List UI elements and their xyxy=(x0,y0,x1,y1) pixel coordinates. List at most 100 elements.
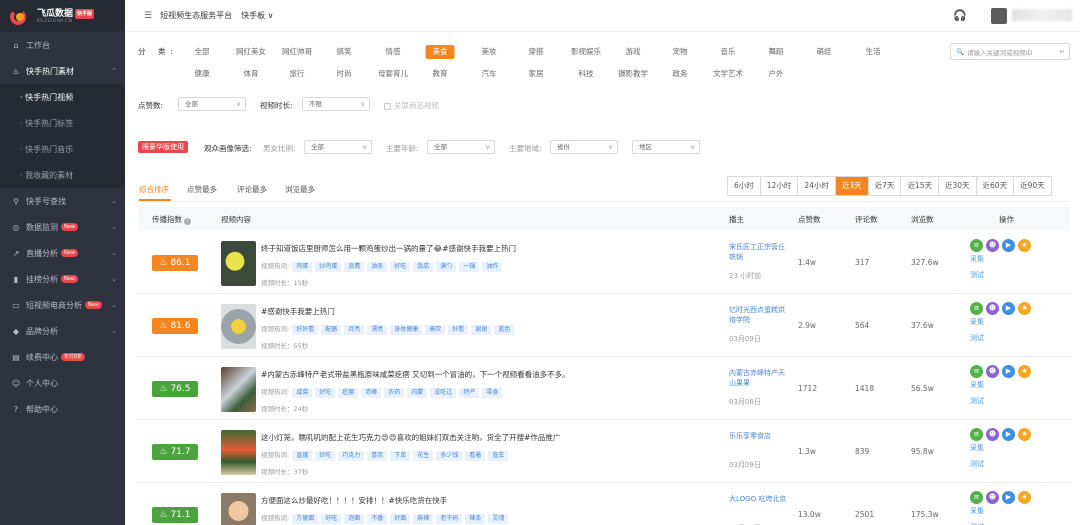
category-item[interactable]: 搞笑 xyxy=(330,45,359,59)
hot-word-tag[interactable]: 内蒙 xyxy=(407,388,428,398)
category-item[interactable]: 网红帅哥 xyxy=(275,45,319,59)
th-views[interactable]: 浏览数 xyxy=(911,214,934,225)
hot-word-tag[interactable]: 灵魂 xyxy=(488,514,509,524)
time-tab[interactable]: 近15天 xyxy=(901,177,939,195)
collect-link[interactable]: 采集 xyxy=(970,254,1031,264)
category-item[interactable]: 情感 xyxy=(379,45,408,59)
users-icon[interactable]: ☻ xyxy=(986,428,999,441)
hot-word-tag[interactable]: 好看 xyxy=(448,325,469,335)
sidebar-subitem[interactable]: · 我收藏的素材 xyxy=(0,162,125,188)
star-icon[interactable]: ★ xyxy=(1018,239,1031,252)
hot-word-tag[interactable]: 好好看 xyxy=(292,325,319,335)
hot-word-tag[interactable]: 直车 xyxy=(488,451,509,461)
category-item[interactable]: 科技 xyxy=(572,67,601,81)
users-icon[interactable]: ☻ xyxy=(986,302,999,315)
th-comments[interactable]: 评论数 xyxy=(855,214,878,225)
sidebar-item[interactable]: ↗ 直播分析 New ⌄ xyxy=(0,240,125,266)
users-icon[interactable]: ☻ xyxy=(986,365,999,378)
product-checkbox[interactable]: 关联商品视频 xyxy=(384,100,439,111)
author-name[interactable]: 乐乐享零食店 xyxy=(729,431,791,441)
hot-word-tag[interactable]: 满勺 xyxy=(436,262,457,272)
author-name[interactable]: 大LOGO 吃垮北京 xyxy=(729,494,791,504)
list-icon[interactable]: ≡ xyxy=(970,491,983,504)
category-item[interactable]: 舞蹈 xyxy=(762,45,791,59)
sidebar-item[interactable]: ▭ 短视频电商分析 New ⌄ xyxy=(0,292,125,318)
sort-tab[interactable]: 点赞最多 xyxy=(187,184,217,195)
category-item[interactable]: 文学艺术 xyxy=(706,67,750,81)
hot-word-tag[interactable]: 没吃过 xyxy=(430,388,457,398)
hot-word-tag[interactable]: 麻辣 xyxy=(413,514,434,524)
hot-word-tag[interactable]: 花生 xyxy=(413,451,434,461)
hot-word-tag[interactable]: 多少钱 xyxy=(436,451,463,461)
hot-word-tag[interactable]: 下单 xyxy=(390,451,411,461)
sidebar-item[interactable]: ◆ 品牌分析 ⌄ xyxy=(0,318,125,344)
search-input[interactable]: 🔍 请输入关键词或视频ID ↵ xyxy=(950,43,1070,60)
hot-word-tag[interactable]: 赤峰 xyxy=(361,388,382,398)
username-blurred[interactable] xyxy=(1012,9,1072,21)
time-tab[interactable]: 近3天 xyxy=(835,177,869,195)
hot-word-tag[interactable]: 月亮 xyxy=(344,325,365,335)
time-tab[interactable]: 6小时 xyxy=(728,177,761,195)
star-icon[interactable]: ★ xyxy=(1018,302,1031,315)
test-link[interactable]: 测试 xyxy=(970,459,1031,469)
hot-word-tag[interactable]: 喜欢 xyxy=(367,451,388,461)
hot-word-tag[interactable]: 好吃 xyxy=(315,388,336,398)
category-item[interactable]: 母婴育儿 xyxy=(371,67,415,81)
sidebar-item[interactable]: ♨ 快手热门素材 ⌃ xyxy=(0,58,125,84)
category-item[interactable]: 生活 xyxy=(859,45,888,59)
time-tab[interactable]: 近30天 xyxy=(939,177,977,195)
list-icon[interactable]: ≡ xyxy=(970,239,983,252)
sort-tab[interactable]: 浏览最多 xyxy=(285,184,315,195)
province-select[interactable]: 省份 ∨ xyxy=(550,140,618,154)
video-title[interactable]: 终于知道饭店里厨师怎么用一颗鸡蛋炒出一锅的量了😂#感谢快手我要上热门 xyxy=(261,243,731,254)
hot-word-tag[interactable]: 高吹 xyxy=(425,325,446,335)
hot-word-tag[interactable]: 辣条 xyxy=(465,514,486,524)
hot-word-tag[interactable]: 老干妈 xyxy=(436,514,463,524)
platform-switcher[interactable]: 快手板 ∨ xyxy=(241,10,273,21)
category-item[interactable]: 时尚 xyxy=(330,67,359,81)
list-icon[interactable]: ≡ xyxy=(970,302,983,315)
category-item[interactable]: 影视娱乐 xyxy=(564,45,608,59)
hot-word-tag[interactable]: 鸡蛋 xyxy=(292,262,313,272)
collect-link[interactable]: 采集 xyxy=(970,380,1031,390)
category-item[interactable]: 全部 xyxy=(188,45,217,59)
author-name[interactable]: 忆时光西点蛋糕烘焙学院 xyxy=(729,305,791,325)
category-item[interactable]: 美食 xyxy=(425,45,455,59)
play-icon[interactable]: ▶ xyxy=(1002,365,1015,378)
category-item[interactable]: 萌娃 xyxy=(810,45,839,59)
star-icon[interactable]: ★ xyxy=(1018,491,1031,504)
play-icon[interactable]: ▶ xyxy=(1002,428,1015,441)
category-item[interactable]: 穿搭 xyxy=(522,45,551,59)
category-item[interactable]: 美妆 xyxy=(475,45,504,59)
hot-word-tag[interactable]: 农药 xyxy=(384,388,405,398)
play-icon[interactable]: ▶ xyxy=(1002,239,1015,252)
users-icon[interactable]: ☻ xyxy=(986,491,999,504)
sidebar-item[interactable]: ◎ 数据监测 New ⌄ xyxy=(0,214,125,240)
city-select[interactable]: 地区 ∨ xyxy=(632,140,700,154)
hot-word-tag[interactable]: 炒鸡蛋 xyxy=(315,262,342,272)
th-likes[interactable]: 点赞数 xyxy=(798,214,821,225)
video-title[interactable]: #内蒙古赤峰特产老式带盐黑瓶原味咸菜疙瘩 又切到一个冒油的，下一个视频看看油多不… xyxy=(261,369,731,380)
hot-word-tag[interactable]: 好吃 xyxy=(315,451,336,461)
hot-word-tag[interactable]: 谢谢 xyxy=(471,325,492,335)
menu-icon[interactable]: ☰ xyxy=(144,11,152,21)
sidebar-item[interactable]: ⌂ 工作台 xyxy=(0,32,125,58)
category-item[interactable]: 教育 xyxy=(426,67,455,81)
test-link[interactable]: 测试 xyxy=(970,396,1031,406)
sidebar-item[interactable]: ▤ 续费中心 年付8折 xyxy=(0,344,125,370)
sidebar-item[interactable]: ? 帮助中心 xyxy=(0,396,125,422)
hot-word-tag[interactable]: 蓝色 xyxy=(494,325,515,335)
gender-select[interactable]: 全部 ∨ xyxy=(304,140,372,154)
hot-word-tag[interactable]: 好吃 xyxy=(321,514,342,524)
hot-word-tag[interactable]: 泡面 xyxy=(344,514,365,524)
video-thumbnail[interactable] xyxy=(221,493,256,525)
time-tab[interactable]: 24小时 xyxy=(798,177,836,195)
video-thumbnail[interactable] xyxy=(221,304,256,349)
star-icon[interactable]: ★ xyxy=(1018,365,1031,378)
hot-word-tag[interactable]: 咸菜 xyxy=(292,388,313,398)
hot-word-tag[interactable]: 油条 xyxy=(367,262,388,272)
sidebar-item[interactable]: ⚲ 快手号查找 ⌄ xyxy=(0,188,125,214)
hot-word-tag[interactable]: 配器 xyxy=(321,325,342,335)
hot-word-tag[interactable]: 好面 xyxy=(390,514,411,524)
category-item[interactable]: 音乐 xyxy=(714,45,743,59)
